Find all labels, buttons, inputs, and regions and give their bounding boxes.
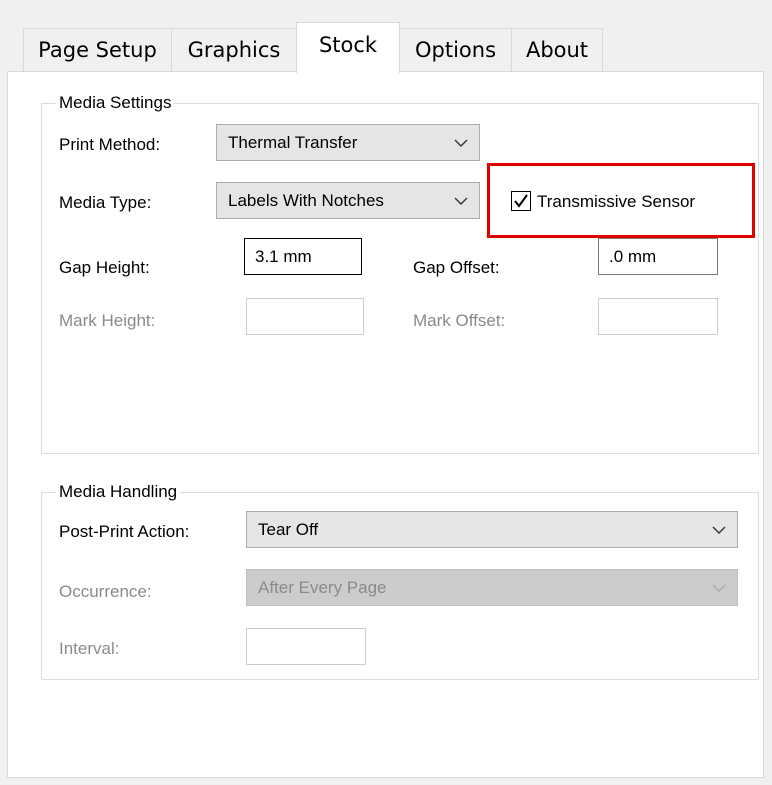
occurrence-select[interactable]: After Every Page bbox=[246, 569, 738, 606]
printer-preferences-dialog: Page Setup Graphics Stock Options About … bbox=[0, 0, 772, 785]
media-settings-title: Media Settings bbox=[56, 92, 175, 114]
chevron-down-icon bbox=[454, 139, 468, 147]
check-icon bbox=[514, 194, 528, 208]
tab-page-setup[interactable]: Page Setup bbox=[23, 28, 172, 71]
media-handling-group: Media Handling Post-Print Action: Tear O… bbox=[41, 481, 759, 680]
tab-strip: Page Setup Graphics Stock Options About bbox=[0, 0, 772, 73]
gap-offset-value: .0 mm bbox=[609, 246, 657, 266]
occurrence-label: Occurrence: bbox=[59, 582, 152, 601]
gap-height-value: 3.1 mm bbox=[255, 246, 312, 266]
stock-tab-panel: Media Settings Print Method: Thermal Tra… bbox=[7, 71, 764, 778]
media-type-select[interactable]: Labels With Notches bbox=[216, 182, 480, 219]
gap-offset-input[interactable]: .0 mm bbox=[598, 238, 718, 275]
media-type-value: Labels With Notches bbox=[228, 190, 384, 210]
chevron-down-icon bbox=[712, 526, 726, 534]
transmissive-sensor-checkbox[interactable] bbox=[511, 191, 531, 211]
gap-height-label: Gap Height: bbox=[59, 258, 150, 277]
gap-offset-label: Gap Offset: bbox=[413, 258, 500, 277]
tab-about[interactable]: About bbox=[511, 28, 603, 71]
media-type-label: Media Type: bbox=[59, 193, 152, 212]
gap-height-input[interactable]: 3.1 mm bbox=[244, 238, 362, 275]
mark-height-label: Mark Height: bbox=[59, 311, 156, 330]
post-print-action-label: Post-Print Action: bbox=[59, 522, 190, 541]
print-method-select[interactable]: Thermal Transfer bbox=[216, 124, 480, 161]
tab-stock[interactable]: Stock bbox=[296, 22, 400, 73]
occurrence-value: After Every Page bbox=[258, 577, 387, 597]
media-handling-title: Media Handling bbox=[56, 481, 181, 503]
print-method-label: Print Method: bbox=[59, 135, 161, 154]
interval-input[interactable] bbox=[246, 628, 366, 665]
print-method-value: Thermal Transfer bbox=[228, 132, 358, 152]
tab-graphics[interactable]: Graphics bbox=[171, 28, 297, 71]
post-print-action-value: Tear Off bbox=[258, 519, 319, 539]
chevron-down-icon bbox=[712, 584, 726, 592]
mark-offset-input[interactable] bbox=[598, 298, 718, 335]
tab-options[interactable]: Options bbox=[399, 28, 512, 71]
transmissive-sensor-label[interactable]: Transmissive Sensor bbox=[537, 191, 695, 213]
mark-offset-label: Mark Offset: bbox=[413, 311, 506, 330]
mark-height-input[interactable] bbox=[246, 298, 364, 335]
media-settings-group: Media Settings Print Method: Thermal Tra… bbox=[41, 92, 759, 454]
post-print-action-select[interactable]: Tear Off bbox=[246, 511, 738, 548]
chevron-down-icon bbox=[454, 197, 468, 205]
interval-label: Interval: bbox=[59, 639, 120, 658]
